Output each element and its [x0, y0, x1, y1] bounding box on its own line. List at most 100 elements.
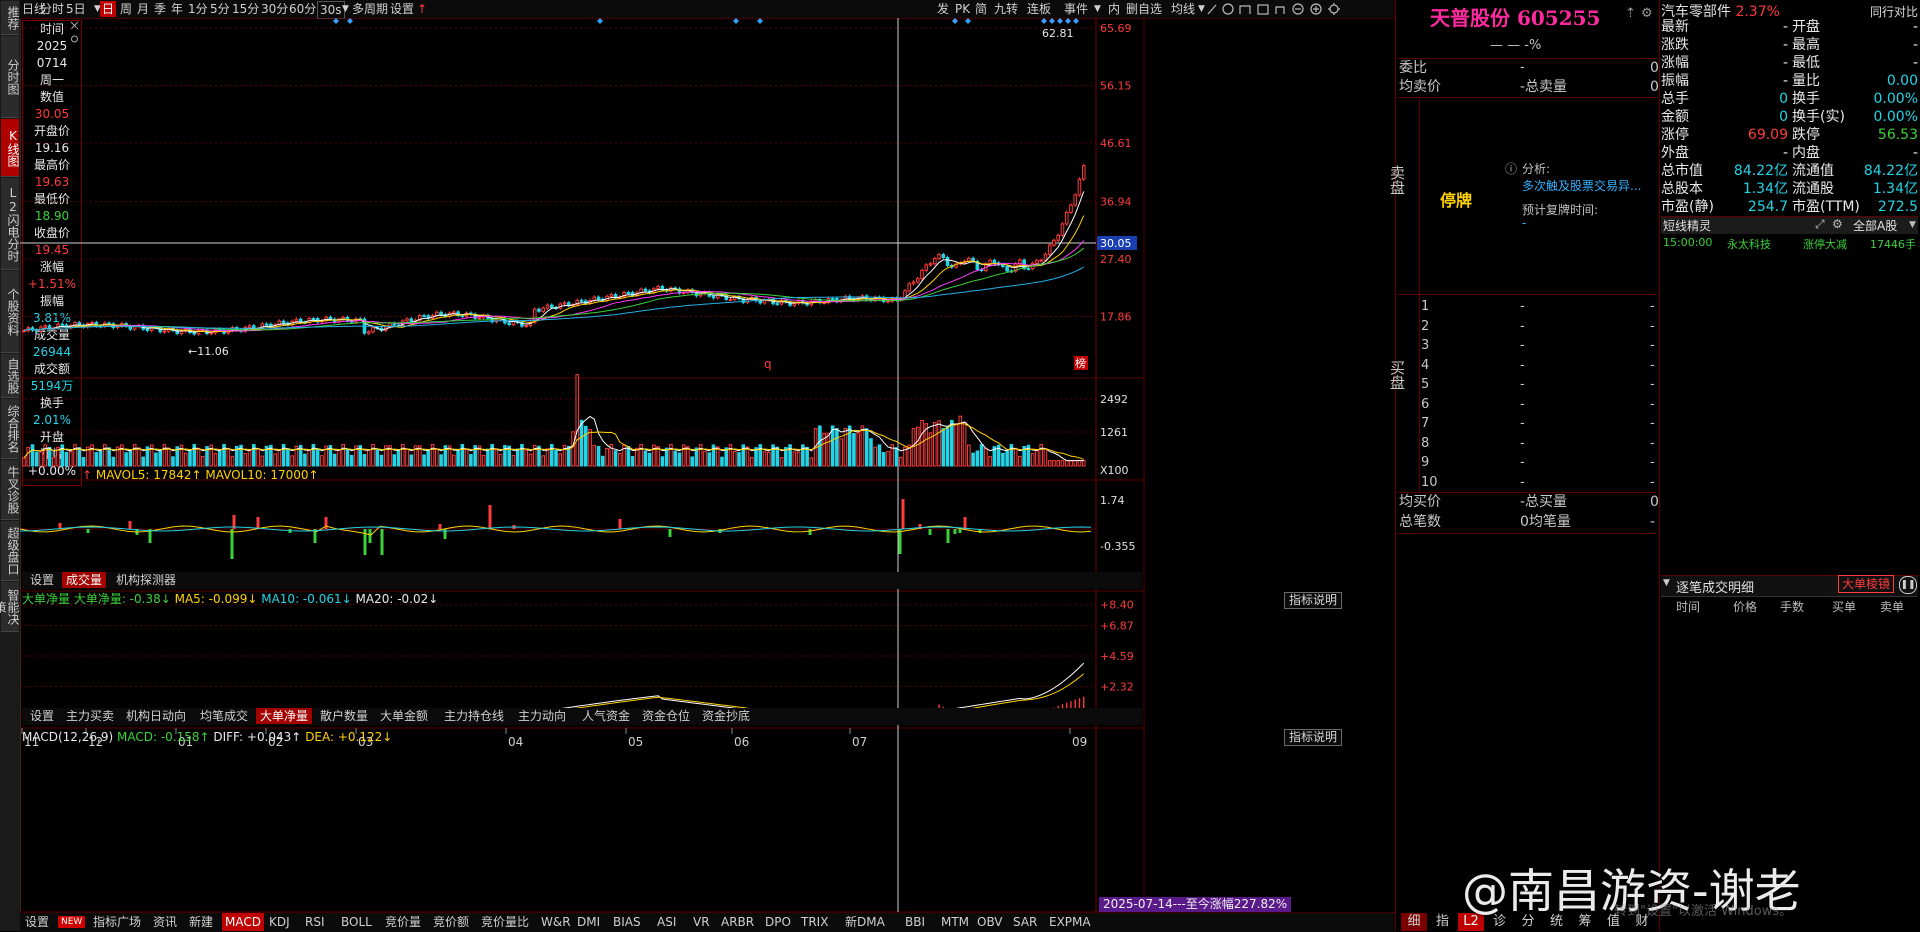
expand-icon[interactable]: ⤢ — [1815, 217, 1825, 232]
indicator-tab-retail-count[interactable]: 散户数量 — [316, 708, 372, 724]
left-tab-8[interactable]: 超级盘口 — [1, 521, 20, 581]
tab-day[interactable]: 日 — [100, 1, 117, 17]
bottom-tab-17[interactable]: ARBR — [718, 913, 757, 931]
indicator-tab-avg-trade[interactable]: 均笔成交 — [196, 708, 252, 724]
indicator-tab-big-order-net[interactable]: 大单净量 — [256, 708, 313, 724]
bottom-tab-0[interactable]: 设置 — [22, 913, 52, 931]
kline-chart[interactable]: 65.6956.1546.6136.9430.0527.4017.8630.05… — [20, 18, 1145, 913]
left-tab-0[interactable]: 推荐 — [1, 1, 20, 35]
toolbar-jian[interactable]: 简 — [973, 1, 989, 17]
toolbar-lianban[interactable]: 连板 — [1025, 1, 1053, 17]
bottom-tab-8[interactable]: BOLL — [338, 913, 375, 931]
volume-bar — [971, 452, 975, 467]
indicator-tab-settings[interactable]: 设置 — [26, 708, 58, 724]
toolbar-remove-favorite[interactable]: 删自选 — [1124, 1, 1164, 17]
candle-body — [1069, 204, 1073, 213]
indicator-tab-main-trend[interactable]: 主力动向 — [514, 708, 570, 724]
bottom-tab-24[interactable]: SAR — [1010, 913, 1040, 931]
toolbar-pk[interactable]: PK — [953, 1, 972, 17]
quote-bottom-tab-1[interactable]: 指 — [1430, 913, 1456, 931]
volume-bar — [226, 447, 231, 467]
tab-season[interactable]: 季 — [152, 1, 168, 17]
toolbar-fa[interactable]: 发 — [935, 1, 951, 17]
bottom-tab-23[interactable]: OBV — [974, 913, 1006, 931]
bottom-tab-22[interactable]: MTM — [938, 913, 972, 931]
toolbar-jiuzhuan[interactable]: 九转 — [992, 1, 1020, 17]
indicator-tab-institution-daily[interactable]: 机构日动向 — [122, 708, 190, 724]
bottom-tab-11[interactable]: 竞价量比 — [478, 913, 532, 931]
bottom-tab-25[interactable]: EXPMA — [1046, 913, 1094, 931]
toolbar-events[interactable]: 事件 — [1062, 1, 1090, 17]
tab-15min[interactable]: 15分 — [230, 1, 261, 17]
macd-explain-button[interactable]: 指标说明 — [1284, 729, 1343, 746]
left-tab-4[interactable]: 个股资料 — [1, 271, 20, 353]
multi-period-button[interactable]: 多周期 — [350, 1, 390, 17]
tab-week[interactable]: 周 — [118, 1, 134, 17]
bottom-tab-20[interactable]: 新DMA — [842, 913, 888, 931]
bottom-tab-2[interactable]: 指标广场 — [90, 913, 144, 931]
analysis-link[interactable]: 多次触及股票交易异... — [1522, 177, 1641, 194]
drawing-tools-icons[interactable] — [1206, 2, 1416, 16]
big-order-explain-button[interactable]: 指标说明 — [1284, 592, 1343, 609]
bottom-tab-6[interactable]: KDJ — [266, 913, 293, 931]
left-tab-5[interactable]: 自选股 — [1, 354, 20, 398]
pin-icon[interactable]: ⇡ — [1625, 6, 1636, 21]
indicator-tab-main-trade[interactable]: 主力买卖 — [62, 708, 118, 724]
indicator-tab-fund-position[interactable]: 资金仓位 — [638, 708, 694, 724]
volume-bar — [1043, 448, 1048, 467]
candle-body — [992, 259, 997, 264]
bottom-tab-3[interactable]: 资讯 — [150, 913, 180, 931]
left-tab-2[interactable]: K线图 — [1, 119, 20, 177]
bottom-tab-19[interactable]: TRIX — [798, 913, 831, 931]
bottom-tab-18[interactable]: DPO — [762, 913, 794, 931]
tab-60min[interactable]: 60分 — [287, 1, 318, 17]
bottom-tab-4[interactable]: 新建 — [186, 913, 216, 931]
bottom-tab-21[interactable]: BBI — [902, 913, 928, 931]
left-tab-3[interactable]: L2闪电分时 — [1, 178, 20, 270]
indicator-tab-fund-bottom[interactable]: 资金抄底 — [698, 708, 754, 724]
left-tab-9[interactable]: 智能决策 — [0, 582, 20, 632]
total-sell-label: -总卖量 — [1520, 79, 1568, 95]
indicator-tab-popular-funds[interactable]: 人气资金 — [578, 708, 634, 724]
gear-icon[interactable]: ⚙ — [1832, 217, 1843, 231]
tab-5day[interactable]: 5日 — [64, 1, 88, 17]
chevron-down-icon[interactable]: ▼ — [1663, 578, 1670, 588]
bottom-tab-5[interactable]: MACD — [222, 913, 264, 931]
bottom-tab-15[interactable]: ASI — [654, 913, 679, 931]
quote-bottom-tab-0[interactable]: 细 — [1401, 913, 1427, 931]
indicator-tab-big-order-amount[interactable]: 大单金额 — [376, 708, 432, 724]
bottom-tab-1[interactable]: NEW — [58, 916, 86, 928]
bottom-tab-9[interactable]: 竞价量 — [382, 913, 424, 931]
bottom-tab-14[interactable]: BIAS — [610, 913, 644, 931]
left-tab-6[interactable]: 综合排名 — [1, 399, 20, 459]
volume-tab-settings[interactable]: 设置 — [26, 572, 58, 588]
tab-month[interactable]: 月 — [135, 1, 151, 17]
peer-compare-link[interactable]: 同行对比 — [1870, 3, 1918, 20]
tab-year[interactable]: 年 — [169, 1, 185, 17]
chevron-down-icon[interactable]: ▼ — [1092, 1, 1103, 17]
tab-5min[interactable]: 5分 — [208, 1, 232, 17]
spirit-scope[interactable]: 全部A股 — [1853, 217, 1897, 234]
bottom-tab-12[interactable]: W&R — [538, 913, 574, 931]
toolbar-ma[interactable]: 均线 — [1169, 1, 1197, 17]
left-tab-7[interactable]: 牛叉诊股 — [1, 460, 20, 520]
gear-icon[interactable]: ⚙ — [1641, 6, 1653, 21]
tab-intraday[interactable]: 分时 — [38, 1, 66, 17]
volume-tab-volume[interactable]: 成交量 — [62, 572, 107, 588]
pause-icon[interactable]: ❚❚ — [1899, 576, 1917, 594]
bottom-tab-7[interactable]: RSI — [302, 913, 328, 931]
bottom-tab-10[interactable]: 竞价额 — [430, 913, 472, 931]
volume-tab-institution[interactable]: 机构探测器 — [112, 572, 180, 588]
big-order-prism-button[interactable]: 大单棱镜 — [1838, 575, 1895, 593]
indicator-tab-main-position[interactable]: 主力持仓线 — [440, 708, 508, 724]
tab-30min[interactable]: 30分 — [259, 1, 290, 17]
candle-body — [609, 294, 614, 297]
big-order-bar — [958, 529, 962, 533]
toolbar-nei[interactable]: 内 — [1106, 1, 1122, 17]
bottom-tab-13[interactable]: DMI — [574, 913, 603, 931]
tab-1min[interactable]: 1分 — [186, 1, 210, 17]
left-tab-1[interactable]: 分时图 — [1, 36, 20, 118]
bottom-tab-16[interactable]: VR — [690, 913, 713, 931]
settings-button[interactable]: 设置 — [388, 1, 416, 17]
chevron-down-icon[interactable]: ▼ — [1909, 220, 1916, 230]
